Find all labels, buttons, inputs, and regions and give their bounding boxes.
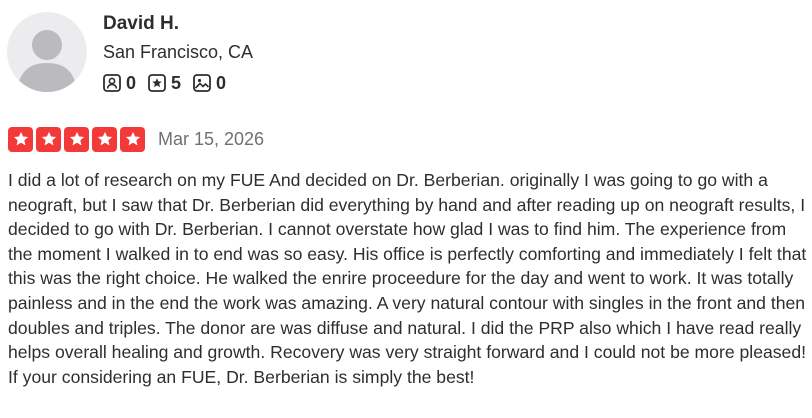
star-icon <box>64 126 89 152</box>
star-rating <box>8 126 148 152</box>
friends-count: 0 <box>126 72 137 93</box>
avatar[interactable] <box>7 12 87 92</box>
rating-row: Mar 15, 2026 <box>8 125 264 153</box>
star-icon <box>8 126 33 152</box>
review-text: I did a lot of research on my FUE And de… <box>8 170 807 387</box>
reviews-stat: 5 <box>148 73 181 94</box>
friends-stat: 0 <box>103 73 136 94</box>
reviews-count: 5 <box>171 72 182 93</box>
user-stats: 0 5 0 <box>103 72 238 94</box>
photos-count: 0 <box>216 72 227 93</box>
review-card: David H. San Francisco, CA 0 5 0 Mar 15,… <box>0 0 812 418</box>
user-location: San Francisco, CA <box>103 42 254 62</box>
photo-icon <box>193 74 211 92</box>
user-name[interactable]: David H. <box>103 13 179 35</box>
friends-icon <box>103 74 121 92</box>
star-icon <box>120 126 145 152</box>
star-icon <box>36 126 61 152</box>
photos-stat: 0 <box>193 73 226 94</box>
star-icon <box>92 126 117 152</box>
review-date: Mar 15, 2026 <box>158 128 265 149</box>
review-star-icon <box>148 74 166 92</box>
default-user-icon <box>17 30 77 92</box>
